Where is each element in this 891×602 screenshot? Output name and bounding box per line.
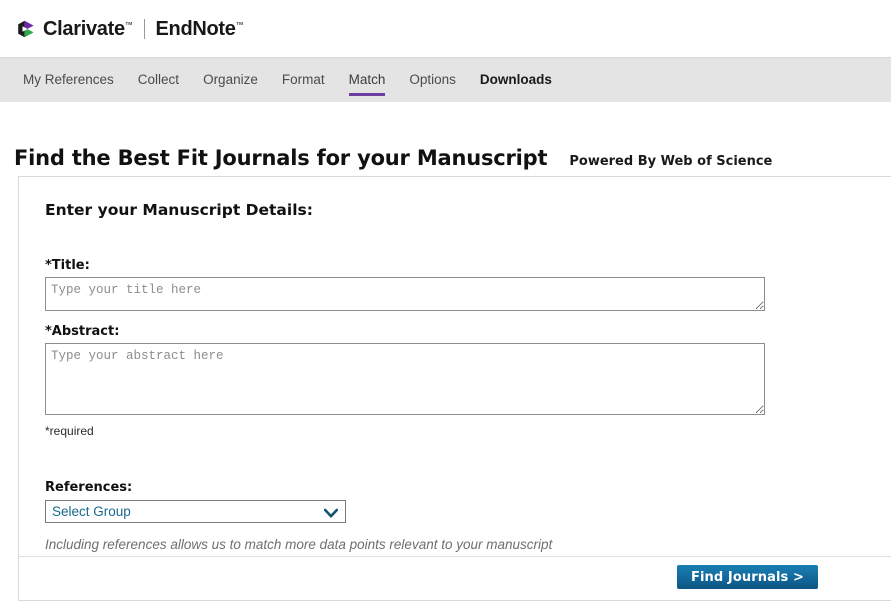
brand-lockup: Clarivate™ EndNote™	[16, 18, 244, 39]
brand-product-trademark: ™	[235, 19, 244, 29]
clarivate-logo-icon	[16, 19, 36, 39]
nav-label: Organize	[203, 72, 258, 87]
nav-item-organize[interactable]: Organize	[191, 58, 270, 103]
references-block: References: Select Group Including refer…	[45, 480, 891, 552]
title-field-block: *Title:	[45, 258, 891, 311]
brand-header: Clarivate™ EndNote™	[0, 0, 891, 57]
nav-label: Options	[409, 72, 456, 87]
nav-label: Format	[281, 72, 325, 87]
title-input[interactable]	[45, 277, 765, 311]
form-section-heading: Enter your Manuscript Details:	[45, 201, 313, 219]
nav-item-options[interactable]: Options	[397, 58, 468, 103]
nav-label: My References	[23, 72, 114, 87]
references-hint: Including references allows us to match …	[45, 537, 553, 552]
nav-item-downloads[interactable]: Downloads	[468, 58, 564, 103]
nav-label: Downloads	[479, 72, 552, 87]
brand-divider	[143, 18, 145, 39]
brand-company-text: Clarivate	[43, 17, 125, 40]
references-label: References:	[45, 480, 133, 495]
manuscript-details-card: Enter your Manuscript Details: *Title: *…	[18, 176, 891, 601]
nav-item-match[interactable]: Match	[337, 58, 398, 103]
nav-item-my-references[interactable]: My References	[11, 58, 126, 103]
nav-active-underline	[348, 93, 386, 96]
abstract-field-block: *Abstract:	[45, 324, 891, 415]
brand-company-name: Clarivate™	[43, 19, 133, 39]
nav-label: Match	[348, 72, 386, 87]
abstract-field-label: *Abstract:	[45, 324, 120, 339]
title-field-label: *Title:	[45, 258, 90, 273]
brand-company-trademark: ™	[124, 19, 133, 29]
brand-product-name: EndNote™	[156, 19, 244, 39]
references-group-select[interactable]: Select Group	[45, 500, 346, 523]
nav-item-format[interactable]: Format	[270, 58, 337, 103]
required-note: *required	[45, 424, 94, 438]
page-title: Find the Best Fit Journals for your Manu…	[14, 146, 548, 171]
find-journals-button[interactable]: Find Journals >	[677, 565, 818, 589]
card-footer: Find Journals >	[19, 556, 891, 602]
nav-item-collect[interactable]: Collect	[126, 58, 191, 103]
brand-product-text: EndNote	[155, 17, 236, 40]
nav-label: Collect	[137, 72, 180, 87]
main-navigation: My References Collect Organize Format Ma…	[0, 57, 891, 102]
page-subtitle: Powered By Web of Science	[569, 154, 773, 170]
card-body: Enter your Manuscript Details: *Title: *…	[19, 177, 891, 552]
abstract-input[interactable]	[45, 343, 765, 415]
references-select-wrap: Select Group	[45, 500, 346, 523]
